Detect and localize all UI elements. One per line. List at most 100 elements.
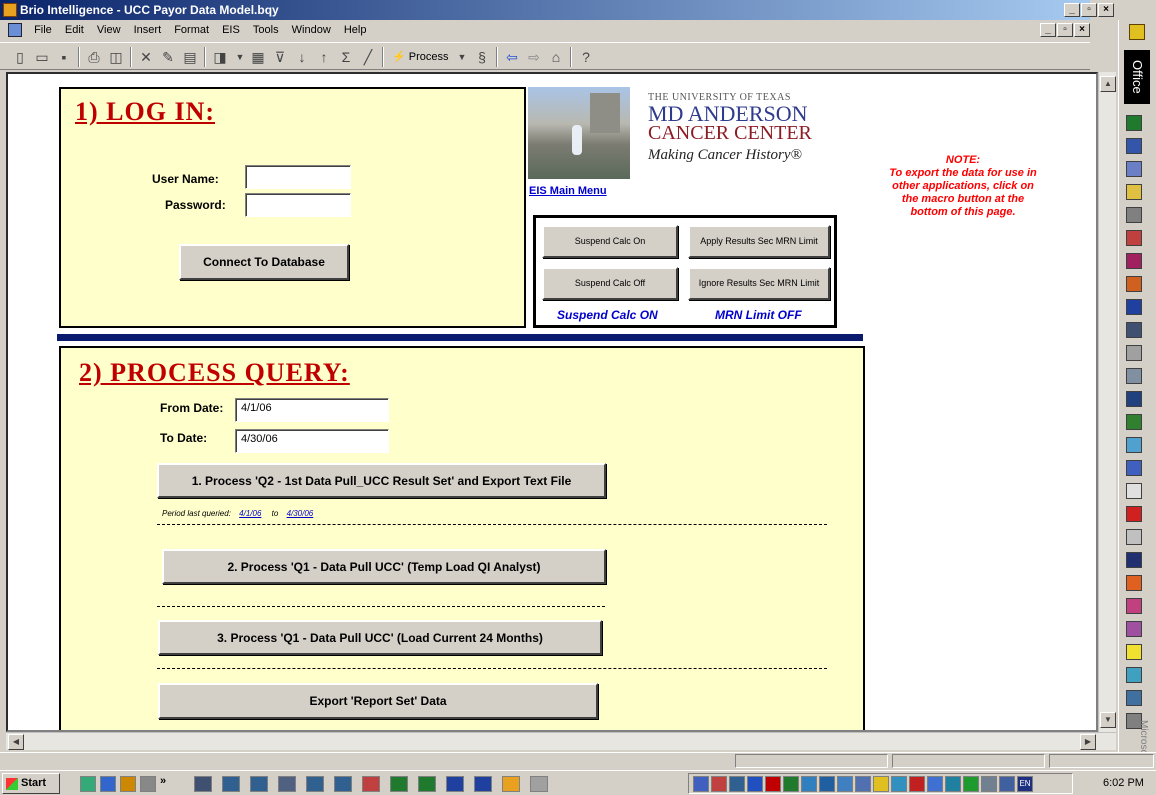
doc-minimize-button[interactable]: _ [1040, 23, 1056, 37]
computer-icon[interactable] [1126, 345, 1142, 361]
process-button[interactable]: ⚡ Process [388, 48, 453, 66]
home-icon[interactable]: ⌂ [546, 47, 566, 67]
chrome-icon[interactable] [120, 776, 136, 792]
task-word-icon[interactable] [474, 776, 492, 792]
start-button[interactable]: Start [2, 773, 60, 794]
search-icon[interactable] [1126, 437, 1142, 453]
tray-icon[interactable] [873, 776, 889, 792]
menu-insert[interactable]: Insert [129, 20, 167, 41]
tray-icon[interactable] [711, 776, 727, 792]
monitor-icon[interactable] [1126, 391, 1142, 407]
cut-icon[interactable]: ✕ [136, 47, 156, 67]
brush-icon[interactable]: ✎ [158, 47, 178, 67]
columns-icon[interactable]: ◨ [210, 47, 230, 67]
tray-icon[interactable] [855, 776, 871, 792]
menu-edit[interactable]: Edit [60, 20, 89, 41]
doc-restore-button[interactable]: ▫ [1057, 23, 1073, 37]
app-icon[interactable] [3, 3, 17, 17]
assistant-icon[interactable] [1126, 184, 1142, 200]
menu-format[interactable]: Format [169, 20, 214, 41]
task-query-icon[interactable] [306, 776, 324, 792]
more-quicklaunch-icon[interactable]: » [160, 775, 166, 787]
task-pointer-icon[interactable] [530, 776, 548, 792]
task-word-icon[interactable] [446, 776, 464, 792]
menu-window[interactable]: Window [287, 20, 336, 41]
task-query-icon[interactable] [334, 776, 352, 792]
forward-arrow-icon[interactable]: ⇨ [524, 47, 544, 67]
language-indicator[interactable]: EN [1017, 776, 1033, 792]
desktop-icon[interactable] [80, 776, 96, 792]
tray-icon[interactable] [693, 776, 709, 792]
notepad-icon[interactable] [1126, 483, 1142, 499]
eraser-icon[interactable] [1126, 460, 1142, 476]
internet-icon[interactable] [1126, 322, 1142, 338]
period-to-link[interactable]: 4/30/06 [287, 509, 314, 518]
from-date-input[interactable]: 4/1/06 [235, 398, 389, 422]
process-q1-24months-button[interactable]: 3. Process 'Q1 - Data Pull UCC' (Load Cu… [158, 620, 602, 655]
tray-icon[interactable] [909, 776, 925, 792]
binder-icon[interactable] [1126, 207, 1142, 223]
access-icon[interactable] [1126, 253, 1142, 269]
tray-icon[interactable] [837, 776, 853, 792]
photo-editor-icon[interactable] [1126, 230, 1142, 246]
powerpoint-icon[interactable] [1126, 276, 1142, 292]
ie-icon[interactable] [100, 776, 116, 792]
process-dropdown-icon[interactable]: ▼ [452, 47, 472, 67]
suspend-calc-off-button[interactable]: Suspend Calc Off [542, 267, 678, 300]
horizontal-scrollbar[interactable]: ◀ ▶ [6, 732, 1116, 750]
to-date-input[interactable]: 4/30/06 [235, 429, 389, 453]
vertical-scrollbar[interactable]: ▲ ▼ [1098, 72, 1116, 732]
sun-icon[interactable] [1126, 644, 1142, 660]
task-excel-icon[interactable] [418, 776, 436, 792]
period-from-link[interactable]: 4/1/06 [239, 509, 261, 518]
network-icon[interactable] [1126, 690, 1142, 706]
apply-mrn-limit-button[interactable]: Apply Results Sec MRN Limit [688, 225, 830, 258]
tray-icon[interactable] [765, 776, 781, 792]
close-button[interactable]: × [1098, 3, 1114, 17]
new-icon[interactable]: ▯ [10, 47, 30, 67]
task-window-icon[interactable] [278, 776, 296, 792]
sum-icon[interactable]: Σ [336, 47, 356, 67]
office-menu-icon[interactable] [1129, 24, 1145, 40]
task-query-icon[interactable] [250, 776, 268, 792]
open-icon[interactable]: ▭ [32, 47, 52, 67]
scroll-right-icon[interactable]: ▶ [1080, 734, 1096, 750]
back-arrow-icon[interactable]: ⇦ [502, 47, 522, 67]
menu-tools[interactable]: Tools [248, 20, 284, 41]
excel-icon[interactable] [1126, 115, 1142, 131]
tray-icon[interactable] [783, 776, 799, 792]
minimize-button[interactable]: _ [1064, 3, 1080, 17]
outlook-icon[interactable] [1126, 161, 1142, 177]
menu-help[interactable]: Help [339, 20, 372, 41]
chart-icon[interactable] [1126, 621, 1142, 637]
process-q2-button[interactable]: 1. Process 'Q2 - 1st Data Pull_UCC Resul… [157, 463, 606, 498]
help-icon[interactable]: ? [576, 47, 596, 67]
tray-icon[interactable] [945, 776, 961, 792]
task-app-icon[interactable] [362, 776, 380, 792]
people-icon[interactable] [1126, 414, 1142, 430]
print-icon[interactable]: ⎙ [84, 47, 104, 67]
task-brio-icon[interactable] [194, 776, 212, 792]
scroll-up-icon[interactable]: ▲ [1100, 76, 1116, 92]
tray-icon[interactable] [999, 776, 1015, 792]
tray-icon[interactable] [801, 776, 817, 792]
clip-icon[interactable] [1126, 529, 1142, 545]
task-query-icon[interactable] [222, 776, 240, 792]
username-input[interactable] [245, 165, 351, 189]
dropdown-arrow-icon[interactable]: ▼ [230, 47, 250, 67]
tray-icon[interactable] [819, 776, 835, 792]
eis-main-menu-link[interactable]: EIS Main Menu [529, 185, 607, 197]
tray-icon[interactable] [927, 776, 943, 792]
doc-close-button[interactable]: × [1074, 23, 1090, 37]
menu-file[interactable]: File [29, 20, 57, 41]
link-icon[interactable]: § [472, 47, 492, 67]
process-q1-temp-button[interactable]: 2. Process 'Q1 - Data Pull UCC' (Temp Lo… [162, 549, 606, 584]
document-icon[interactable] [8, 23, 22, 37]
scanner-icon[interactable] [1126, 368, 1142, 384]
export-report-set-button[interactable]: Export 'Report Set' Data [158, 683, 598, 719]
task-brio-active-icon[interactable] [502, 776, 520, 792]
pencil-icon[interactable]: ╱ [358, 47, 378, 67]
star-icon[interactable] [1126, 575, 1142, 591]
tray-icon[interactable] [963, 776, 979, 792]
tray-icon[interactable] [891, 776, 907, 792]
